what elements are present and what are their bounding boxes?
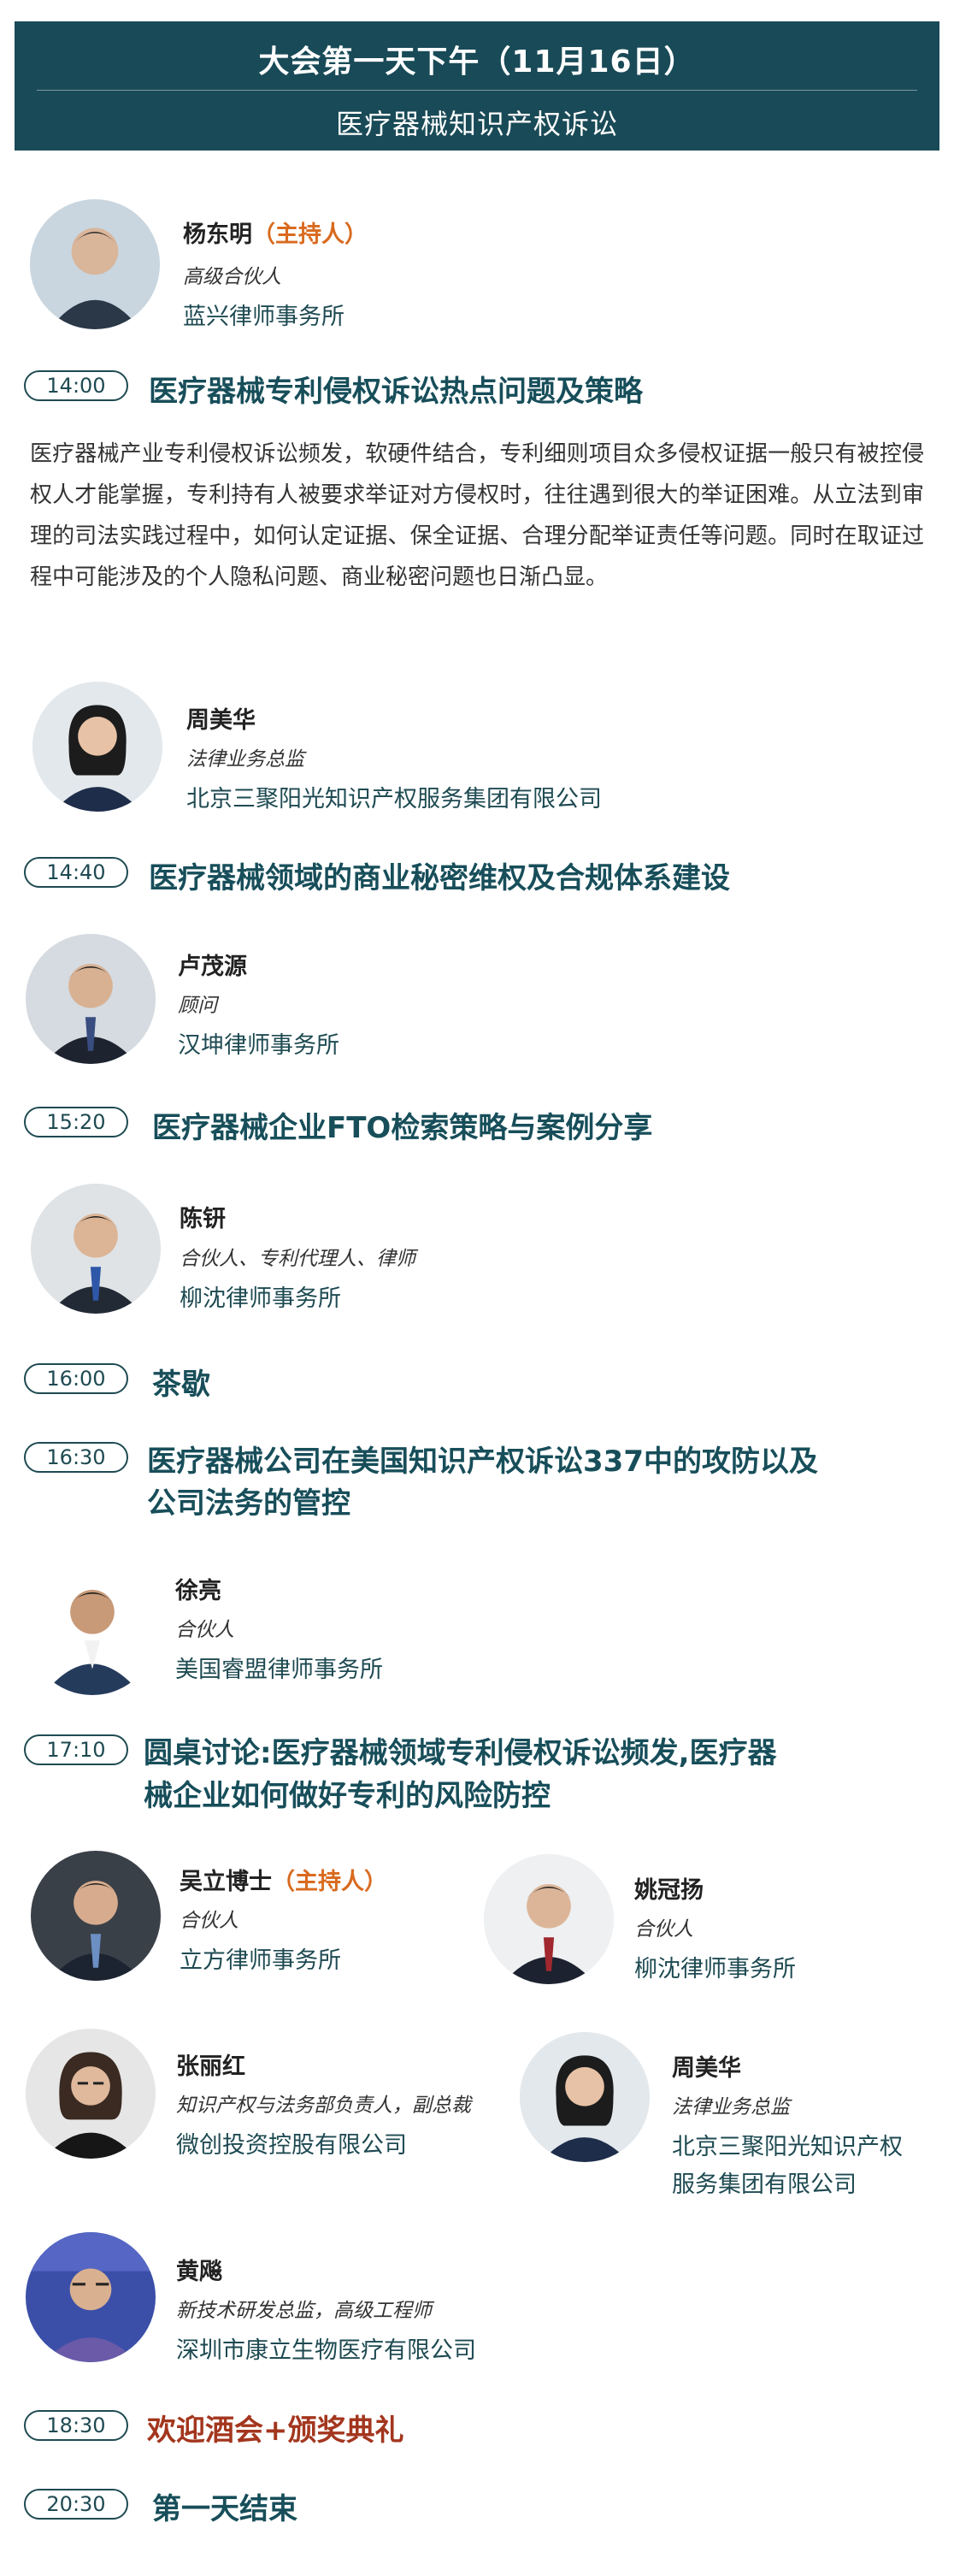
speaker-org: 汉坤律师事务所 <box>178 1032 339 1059</box>
session-topic-1520: 医疗器械企业FTO检索策略与案例分享 <box>152 1111 653 1145</box>
panel-title: 知识产权与法务部负责人，副总裁 <box>176 2094 471 2117</box>
panel-title: 新技术研发总监，高级工程师 <box>176 2300 432 2322</box>
header-divider <box>37 90 917 91</box>
avatar-xu-liang <box>27 1565 157 1695</box>
speaker-name: 徐亮 <box>175 1578 221 1604</box>
panel-org: 立方律师事务所 <box>180 1947 341 1974</box>
speaker-org: 美国睿盟律师事务所 <box>175 1657 383 1683</box>
session-topic-1830: 欢迎酒会+颁奖典礼 <box>147 2414 404 2448</box>
host-name-line: 杨东明（主持人） <box>183 216 368 249</box>
panel-title: 法律业务总监 <box>672 2096 790 2118</box>
avatar-zhou-meihua-panel <box>520 2032 650 2162</box>
speaker-org: 北京三聚阳光知识产权服务集团有限公司 <box>186 786 602 812</box>
panel-name: 黄飚 <box>176 2259 222 2285</box>
speaker-title: 合伙人 <box>175 1619 234 1641</box>
panel-name-line: 吴立博士（主持人） <box>180 1863 387 1896</box>
avatar-host <box>30 199 160 329</box>
panel-org-line1: 北京三聚阳光知识产权 <box>672 2134 903 2160</box>
avatar-wu-li <box>31 1851 161 1981</box>
panel-title: 合伙人 <box>180 1910 238 1932</box>
header-banner: 大会第一天下午（11月16日） 医疗器械知识产权诉讼 <box>15 21 939 151</box>
panel-title: 合伙人 <box>634 1918 693 1941</box>
panel-org: 柳沈律师事务所 <box>634 1956 796 1982</box>
session-topic-2030: 第一天结束 <box>152 2492 297 2526</box>
avatar-yao-guanyang <box>484 1854 614 1984</box>
speaker-name: 卢茂源 <box>178 954 247 980</box>
time-pill-1400: 14:00 <box>24 370 128 401</box>
host-org: 蓝兴律师事务所 <box>183 304 344 330</box>
host-role-tag: （主持人） <box>252 222 368 248</box>
avatar-lu-maoyuan <box>26 934 156 1064</box>
speaker-name: 陈钘 <box>180 1206 226 1232</box>
session-topic-1710-line1: 圆桌讨论:医疗器械领域专利侵权诉讼频发,医疗器 <box>144 1736 777 1770</box>
session-topic-1630-line1: 医疗器械公司在美国知识产权诉讼337中的攻防以及 <box>147 1445 818 1479</box>
session-topic-1400: 医疗器械专利侵权诉讼热点问题及策略 <box>149 375 643 409</box>
session-topic-1630-line2: 公司法务的管控 <box>147 1486 350 1521</box>
panel-name: 姚冠扬 <box>634 1877 704 1904</box>
panel-name: 周美华 <box>672 2055 741 2082</box>
host-name: 杨东明 <box>183 222 252 248</box>
avatar-chen-xing <box>31 1184 161 1314</box>
header-subtitle: 医疗器械知识产权诉讼 <box>335 108 618 140</box>
host-title: 高级合伙人 <box>183 266 281 288</box>
speaker-name: 周美华 <box>186 707 256 734</box>
avatar-zhou-meihua <box>32 682 162 812</box>
panel-name: 吴立博士 <box>180 1869 272 1895</box>
time-pill-1520: 15:20 <box>24 1107 128 1137</box>
time-pill-1440: 14:40 <box>24 857 128 888</box>
time-pill-2030: 20:30 <box>24 2489 128 2520</box>
panel-org-line2: 服务集团有限公司 <box>672 2171 857 2198</box>
panel-name: 张丽红 <box>176 2053 245 2080</box>
header-title: 大会第一天下午（11月16日） <box>258 44 696 80</box>
session-topic-1600: 茶歇 <box>152 1368 210 1402</box>
speaker-title: 顾问 <box>178 995 217 1017</box>
panel-org: 深圳市康立生物医疗有限公司 <box>176 2337 476 2364</box>
panel-org: 微创投资控股有限公司 <box>176 2132 407 2159</box>
session-topic-1710-line2: 械企业如何做好专利的风险防控 <box>144 1779 551 1813</box>
time-pill-1710: 17:10 <box>24 1734 128 1765</box>
speaker-title: 合伙人、专利代理人、律师 <box>180 1248 415 1270</box>
avatar-zhang-lihong <box>26 2029 156 2159</box>
panel-host-tag: （主持人） <box>272 1869 387 1895</box>
time-pill-1600: 16:00 <box>24 1363 128 1394</box>
time-pill-1830: 18:30 <box>24 2410 128 2441</box>
speaker-title: 法律业务总监 <box>186 748 304 771</box>
time-pill-1630: 16:30 <box>24 1442 128 1473</box>
session-topic-1440: 医疗器械领域的商业秘密维权及合规体系建设 <box>149 861 730 895</box>
avatar-huang-biao <box>26 2232 156 2362</box>
session-description: 医疗器械产业专利侵权诉讼频发，软硬件结合，专利细则项目众多侵权证据一般只有被控侵… <box>30 441 924 590</box>
speaker-org: 柳沈律师事务所 <box>180 1285 341 1312</box>
